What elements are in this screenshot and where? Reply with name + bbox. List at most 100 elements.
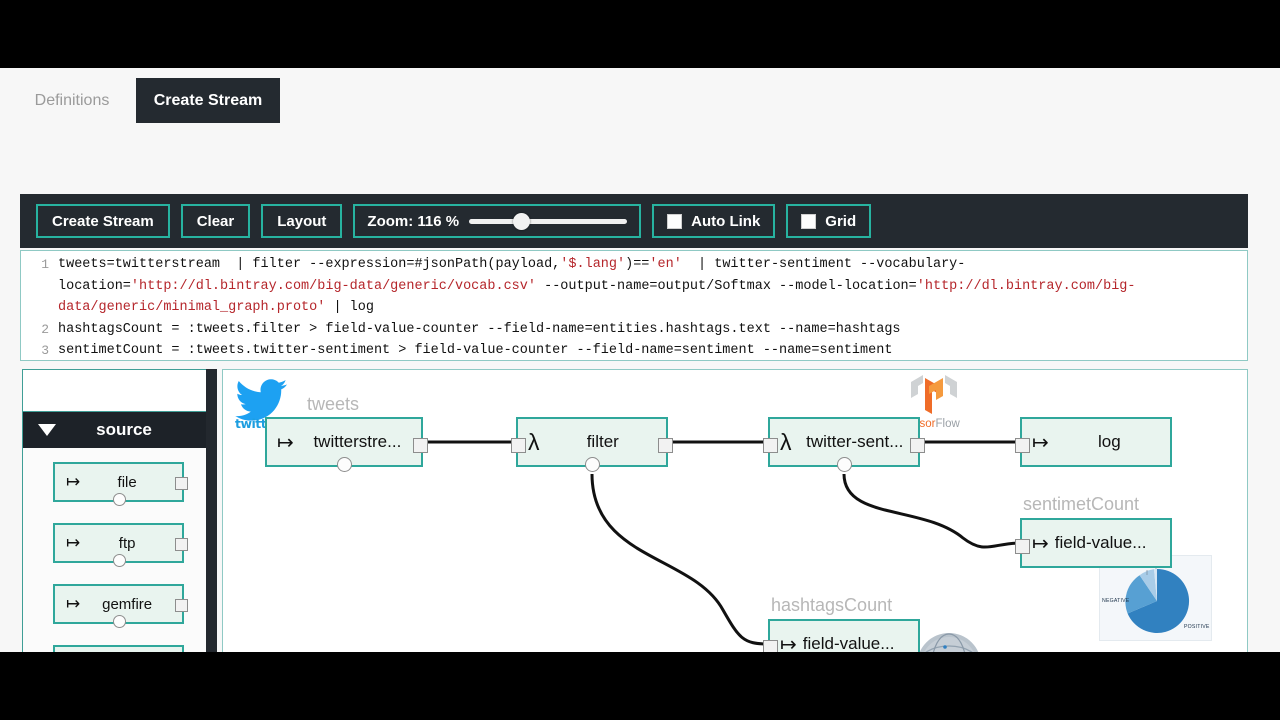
toolbar: Create Stream Clear Layout Zoom: 116 % A… [20,194,1248,248]
code-string-literal: 'http://dl.bintray.com/big-data/generic/… [130,278,536,294]
create-stream-button-label: Create Stream [52,212,154,230]
tab-create-stream-label: Create Stream [153,91,263,109]
chevron-down-icon[interactable] [38,424,56,436]
source-arrow-icon: ↦ [1032,431,1049,454]
code-line-text: sentimetCount = :tweets.twitter-sentimen… [58,340,1247,360]
source-arrow-icon: ↦ [1032,532,1049,555]
pie-label-positive: POSITIVE [1184,624,1210,630]
graph-node-twitter-sentiment[interactable]: λ twitter-sent... [763,417,925,472]
palette-search-input[interactable] [23,370,214,412]
code-line-text: tweets=twitterstream | filter --expressi… [58,254,1247,319]
grid-checkbox-icon[interactable] [801,213,817,229]
wordcloud-sphere-icon [919,633,979,652]
create-stream-button[interactable]: Create Stream [36,204,170,238]
stream-name-label-tweets: tweets [307,394,360,414]
palette-item-tap-port[interactable] [112,554,126,567]
lambda-icon: λ [780,428,792,455]
tab-definitions-label: Definitions [34,91,110,109]
palette-item-list: ↦ file ↦ ftp ↦ gemfire ↦gemfire-cq [23,448,214,652]
code-line[interactable]: 3 sentimetCount = :tweets.twitter-sentime… [21,340,1247,360]
graph-node-twitterstream[interactable]: ↦ twitterstre... [265,417,428,472]
zoom-slider-thumb[interactable] [513,213,531,230]
graph-node-label: field-value... [802,634,895,652]
tab-create-stream[interactable]: Create Stream [136,78,280,123]
zoom-slider-track [469,219,628,224]
code-string-literal: '$.lang' [560,257,626,272]
graph-node-input-port[interactable] [511,438,526,453]
palette-item-tap-port[interactable] [112,615,126,628]
graph-node-label: twitterstre... [313,432,402,451]
letterbox-bottom [0,652,1280,720]
graph-node-label: twitter-sent... [806,432,904,451]
palette-item-label: file [117,473,137,491]
layout-button-label: Layout [277,212,327,230]
code-plain-text: tweets=twitterstream | filter --expressi… [58,257,561,272]
graph-node-input-port[interactable] [763,640,778,652]
graph-node-tap-port[interactable] [585,457,600,472]
stream-definition-editor[interactable]: 1 tweets=twitterstream | filter --express… [20,250,1248,361]
tab-bar: Definitions Create Stream [0,68,1280,123]
auto-link-label: Auto Link [691,212,761,230]
graph-node-tap-port[interactable] [337,457,352,472]
graph-node-sentiment-counter[interactable]: ↦ field-value... [1015,518,1172,568]
auto-link-checkbox-icon[interactable] [667,213,683,229]
code-line[interactable]: 1 tweets=twitterstream | filter --express… [21,254,1247,319]
letterbox-top [0,0,1280,68]
palette-group-label: source [96,420,152,439]
zoom-control[interactable]: Zoom: 116 % [353,204,642,238]
source-arrow-icon: ↦ [66,533,81,552]
clear-button[interactable]: Clear [180,204,251,238]
palette-item-label: ftp [118,534,136,552]
palette-item-tap-port[interactable] [112,493,126,506]
palette-scrollbar-thumb[interactable] [206,369,217,652]
zoom-level-label: Zoom: 116 % [367,212,460,230]
stream-graph-canvas[interactable]: twitter TensorFlow [222,369,1248,652]
graph-node-tap-port[interactable] [837,457,852,472]
graph-node-output-port[interactable] [413,438,428,453]
lambda-icon: λ [528,428,540,455]
graph-layer: twitter TensorFlow [223,370,1247,652]
graph-node-label: log [1098,432,1121,451]
palette-item-label: gemfire [102,595,153,613]
auto-link-toggle[interactable]: Auto Link [652,204,776,238]
palette-item-ftp[interactable]: ↦ ftp [53,523,188,567]
palette-item-output-port[interactable] [175,599,188,612]
code-line[interactable]: 2 hashtagsCount = :tweets.filter > field-… [21,319,1247,341]
source-arrow-icon: ↦ [66,472,81,491]
code-line-number: 2 [41,321,49,337]
palette-item-output-port[interactable] [175,477,188,490]
tensorflow-word-flow: Flow [935,418,960,430]
palette-scrollbar[interactable] [206,369,217,652]
tab-definitions[interactable]: Definitions [20,78,124,123]
code-plain-text: )== [625,257,650,272]
clear-button-label: Clear [196,212,235,230]
palette-item-file[interactable]: ↦ file [53,462,188,506]
palette-panel: source ↦ file ↦ ftp ↦ gemfire ↦gemfire-cq [22,369,215,652]
graph-node-log[interactable]: ↦ log [1015,417,1172,467]
palette-item-gemfire[interactable]: ↦ gemfire [53,584,188,628]
palette-group-source[interactable]: source [23,412,214,448]
graph-node-label: filter [586,432,619,451]
graph-node-filter[interactable]: λ filter [511,417,673,472]
code-line-number: 1 [41,257,49,272]
palette-item-output-port[interactable] [175,538,188,551]
source-arrow-icon: ↦ [277,431,294,454]
code-plain-text: --output-name=output/Softmax --model-loc… [536,278,917,294]
code-plain-text: | log [325,300,374,315]
stream-name-label-sentimetCount: sentimetCount [1023,494,1140,514]
graph-node-label: field-value... [1054,533,1147,552]
layout-button[interactable]: Layout [261,204,343,238]
zoom-slider[interactable] [469,213,628,230]
code-plain-text: hashtagsCount = :tweets.filter > field-v… [58,321,901,337]
palette-item-gemfire-cq[interactable]: ↦gemfire-cq [53,645,184,652]
graph-node-input-port[interactable] [763,438,778,453]
grid-toggle[interactable]: Grid [786,204,872,238]
graph-node-output-port[interactable] [658,438,673,453]
graph-node-input-port[interactable] [1015,539,1030,554]
graph-node-output-port[interactable] [910,438,925,453]
grid-label: Grid [825,212,857,230]
tensorflow-mark-icon [911,375,957,414]
graph-node-input-port[interactable] [1015,438,1030,453]
pie-label-negative: NEGATIVE [1102,598,1130,604]
graph-node-hashtags-counter[interactable]: ↦ field-value... [763,619,920,652]
